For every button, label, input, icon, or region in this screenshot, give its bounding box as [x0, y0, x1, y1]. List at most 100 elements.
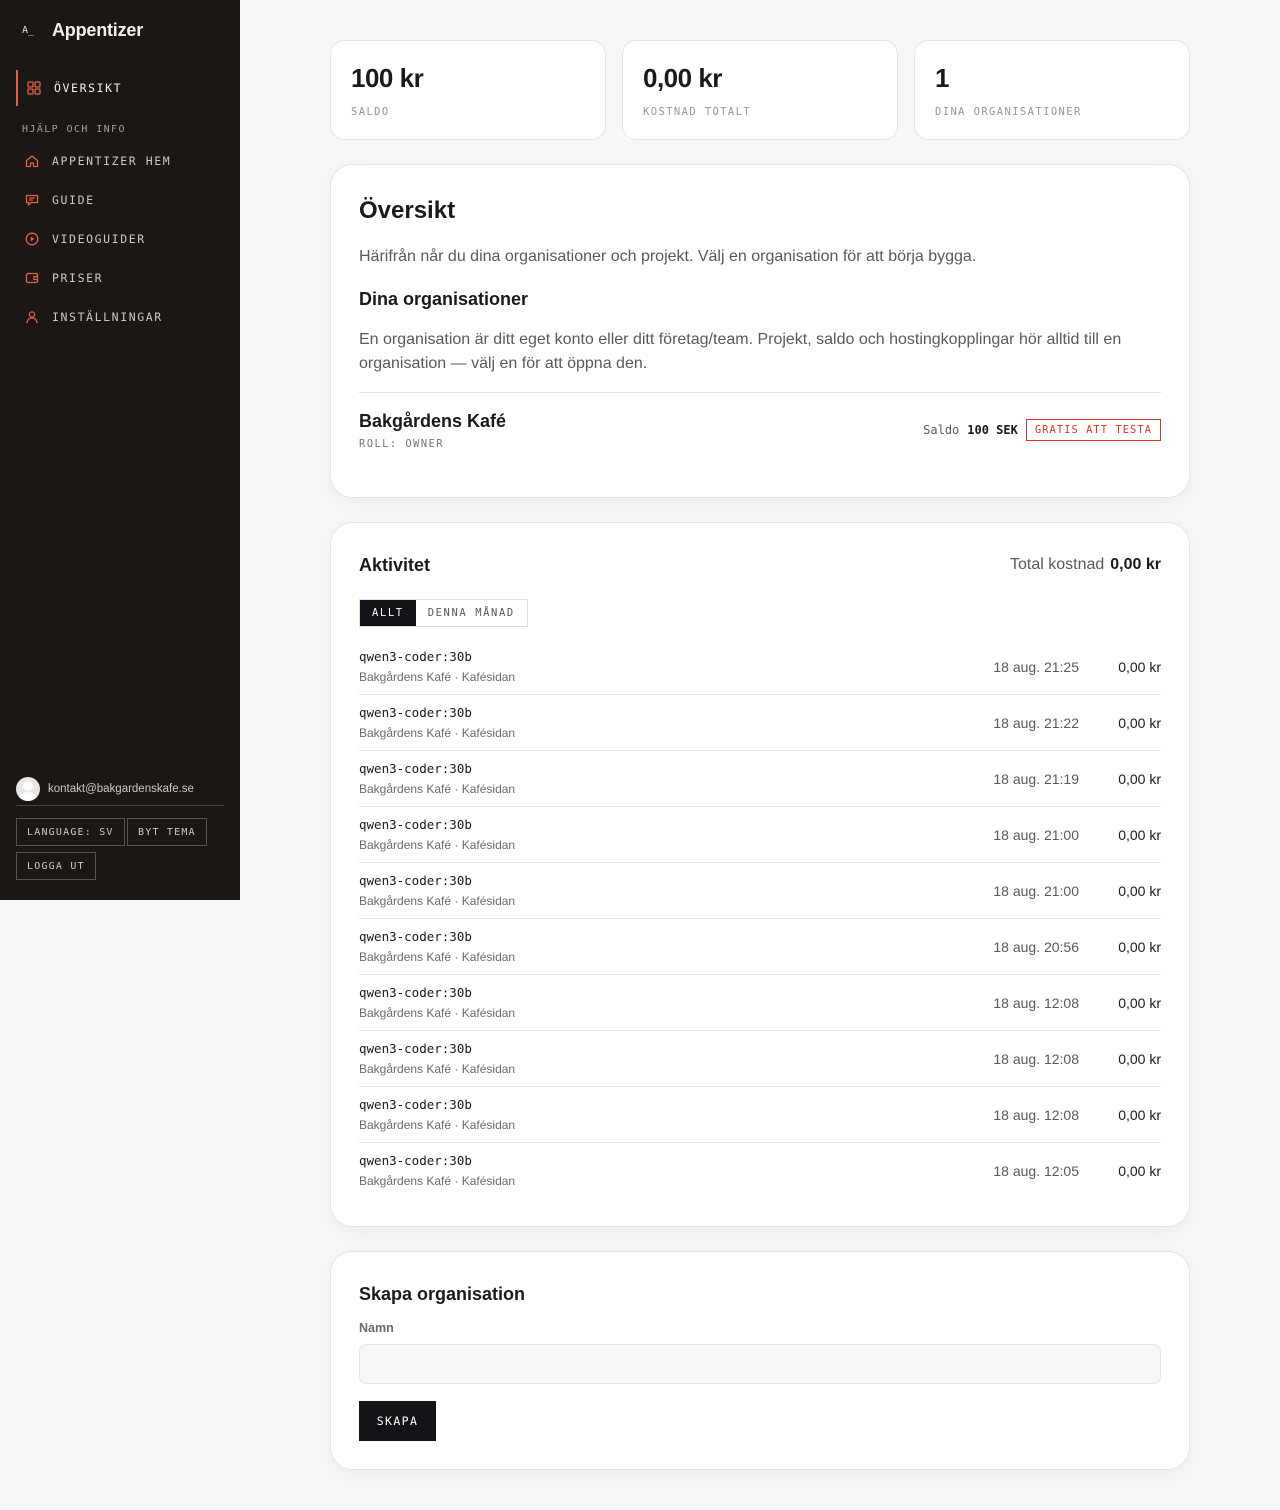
activity-cost: 0,00 kr	[1118, 1163, 1161, 1179]
sidebar-item-label: INSTÄLLNINGAR	[52, 310, 163, 324]
tab-denna-manad[interactable]: DENNA MÅNAD	[416, 600, 527, 626]
activity-row: qwen3-coder:30b Bakgårdens Kafé · Kafési…	[359, 639, 1161, 695]
tab-allt[interactable]: ALLT	[360, 600, 416, 626]
activity-panel: Aktivitet Total kostnad 0,00 kr ALLT DEN…	[330, 522, 1190, 1227]
activity-model: qwen3-coder:30b	[359, 817, 472, 832]
activity-cost: 0,00 kr	[1118, 771, 1161, 787]
avatar	[16, 776, 40, 801]
activity-project: Bakgårdens Kafé · Kafésidan	[359, 726, 516, 740]
stat-value: 0,00 kr	[643, 63, 722, 93]
sidebar-item-installningar[interactable]: INSTÄLLNINGAR	[16, 299, 224, 335]
activity-model: qwen3-coder:30b	[359, 873, 472, 888]
create-organisation-panel: Skapa organisation Namn SKAPA	[330, 1251, 1190, 1470]
activity-row: qwen3-coder:30b Bakgårdens Kafé · Kafési…	[359, 863, 1161, 919]
activity-model: qwen3-coder:30b	[359, 1153, 472, 1168]
activity-model: qwen3-coder:30b	[359, 705, 472, 720]
organisations-description: En organisation är ditt eget konto eller…	[359, 331, 1122, 372]
activity-project: Bakgårdens Kafé · Kafésidan	[359, 838, 516, 852]
theme-toggle-button[interactable]: BYT TEMA	[127, 818, 207, 846]
stat-label: DINA ORGANISATIONER	[935, 106, 1082, 118]
sidebar-item-label: PRISER	[52, 271, 104, 285]
activity-project: Bakgårdens Kafé · Kafésidan	[359, 1062, 516, 1076]
activity-cost: 0,00 kr	[1118, 1107, 1161, 1123]
activity-cost: 0,00 kr	[1118, 715, 1161, 731]
activity-filter-tabs: ALLT DENNA MÅNAD	[359, 599, 528, 627]
activity-model: qwen3-coder:30b	[359, 761, 472, 776]
sidebar-item-appentizer-hem[interactable]: APPENTIZER HEM	[16, 143, 224, 179]
user-account[interactable]: kontakt@bakgardenskafe.se	[16, 776, 224, 806]
stat-card-kostnad: 0,00 kr KOSTNAD TOTALT	[622, 40, 898, 140]
activity-row: qwen3-coder:30b Bakgårdens Kafé · Kafési…	[359, 1143, 1161, 1199]
activity-row: qwen3-coder:30b Bakgårdens Kafé · Kafési…	[359, 751, 1161, 807]
brand-name: Appentizer	[52, 20, 144, 40]
activity-timestamp: 18 aug. 12:08	[993, 1107, 1079, 1123]
activity-project: Bakgårdens Kafé · Kafésidan	[359, 782, 516, 796]
stat-card-saldo: 100 kr SALDO	[330, 40, 606, 140]
grid-icon	[26, 80, 42, 96]
stat-label: KOSTNAD TOTALT	[643, 106, 752, 118]
activity-model: qwen3-coder:30b	[359, 1041, 472, 1056]
stat-value: 1	[935, 63, 949, 93]
name-field-label: Namn	[359, 1321, 394, 1335]
saldo-label: Saldo	[923, 423, 960, 437]
activity-cost: 0,00 kr	[1118, 939, 1161, 955]
create-organisation-title: Skapa organisation	[359, 1284, 526, 1304]
organisation-saldo: Saldo 100 SEK GRATIS ATT TESTA	[923, 419, 1161, 441]
status-badge: GRATIS ATT TESTA	[1025, 419, 1161, 441]
activity-cost: 0,00 kr	[1118, 827, 1161, 843]
activity-row: qwen3-coder:30b Bakgårdens Kafé · Kafési…	[359, 919, 1161, 975]
organisation-name-input[interactable]	[359, 1344, 1161, 1384]
total-cost-label: Total kostnad	[1010, 556, 1105, 573]
stat-label: SALDO	[351, 106, 390, 118]
activity-project: Bakgårdens Kafé · Kafésidan	[359, 950, 516, 964]
sidebar-item-priser[interactable]: PRISER	[16, 260, 224, 296]
sidebar-item-label: APPENTIZER HEM	[52, 154, 172, 168]
brand[interactable]: A_ Appentizer	[22, 20, 143, 41]
activity-timestamp: 18 aug. 21:19	[993, 771, 1079, 787]
activity-cost: 0,00 kr	[1118, 1051, 1161, 1067]
sidebar-item-label: ÖVERSIKT	[54, 81, 123, 95]
stat-card-organisationer: 1 DINA ORGANISATIONER	[914, 40, 1190, 140]
home-icon	[24, 153, 40, 169]
activity-timestamp: 18 aug. 21:00	[993, 827, 1079, 843]
activity-model: qwen3-coder:30b	[359, 1097, 472, 1112]
user-icon	[24, 309, 40, 325]
overview-intro: Härifrån når du dina organisationer och …	[359, 248, 977, 265]
chat-icon	[24, 192, 40, 208]
wallet-icon	[24, 270, 40, 286]
logout-button[interactable]: LOGGA UT	[16, 852, 96, 880]
language-button[interactable]: LANGUAGE: SV	[16, 818, 125, 846]
activity-model: qwen3-coder:30b	[359, 985, 472, 1000]
activity-cost: 0,00 kr	[1118, 659, 1161, 675]
total-cost-value: 0,00 kr	[1110, 556, 1161, 573]
activity-timestamp: 18 aug. 12:08	[993, 1051, 1079, 1067]
total-cost: Total kostnad 0,00 kr	[1010, 556, 1161, 574]
overview-panel: Översikt Härifrån når du dina organisati…	[330, 164, 1190, 498]
activity-project: Bakgårdens Kafé · Kafésidan	[359, 1118, 516, 1132]
sidebar-item-videoguider[interactable]: VIDEOGUIDER	[16, 221, 224, 257]
activity-project: Bakgårdens Kafé · Kafésidan	[359, 1006, 516, 1020]
organisation-item[interactable]: Bakgårdens Kafé ROLL: OWNER Saldo 100 SE…	[359, 411, 1161, 455]
activity-row: qwen3-coder:30b Bakgårdens Kafé · Kafési…	[359, 807, 1161, 863]
brand-logo-icon: A_	[22, 25, 35, 36]
activity-timestamp: 18 aug. 21:00	[993, 883, 1079, 899]
activity-timestamp: 18 aug. 20:56	[993, 939, 1079, 955]
sidebar-item-oversikt[interactable]: ÖVERSIKT	[16, 70, 224, 106]
play-icon	[24, 231, 40, 247]
activity-timestamp: 18 aug. 21:22	[993, 715, 1079, 731]
activity-project: Bakgårdens Kafé · Kafésidan	[359, 670, 516, 684]
user-email: kontakt@bakgardenskafe.se	[48, 782, 194, 795]
sidebar-item-guide[interactable]: GUIDE	[16, 182, 224, 218]
sidebar-section-label: HJÄLP OCH INFO	[22, 124, 126, 135]
activity-row: qwen3-coder:30b Bakgårdens Kafé · Kafési…	[359, 1031, 1161, 1087]
activity-cost: 0,00 kr	[1118, 883, 1161, 899]
sidebar-item-label: GUIDE	[52, 193, 95, 207]
create-organisation-button[interactable]: SKAPA	[359, 1401, 436, 1441]
saldo-value: 100 SEK	[967, 423, 1018, 437]
activity-cost: 0,00 kr	[1118, 995, 1161, 1011]
activity-row: qwen3-coder:30b Bakgårdens Kafé · Kafési…	[359, 1087, 1161, 1143]
activity-timestamp: 18 aug. 12:05	[993, 1163, 1079, 1179]
stat-value: 100 kr	[351, 63, 424, 93]
activity-row: qwen3-coder:30b Bakgårdens Kafé · Kafési…	[359, 975, 1161, 1031]
organisations-heading: Dina organisationer	[359, 289, 529, 309]
